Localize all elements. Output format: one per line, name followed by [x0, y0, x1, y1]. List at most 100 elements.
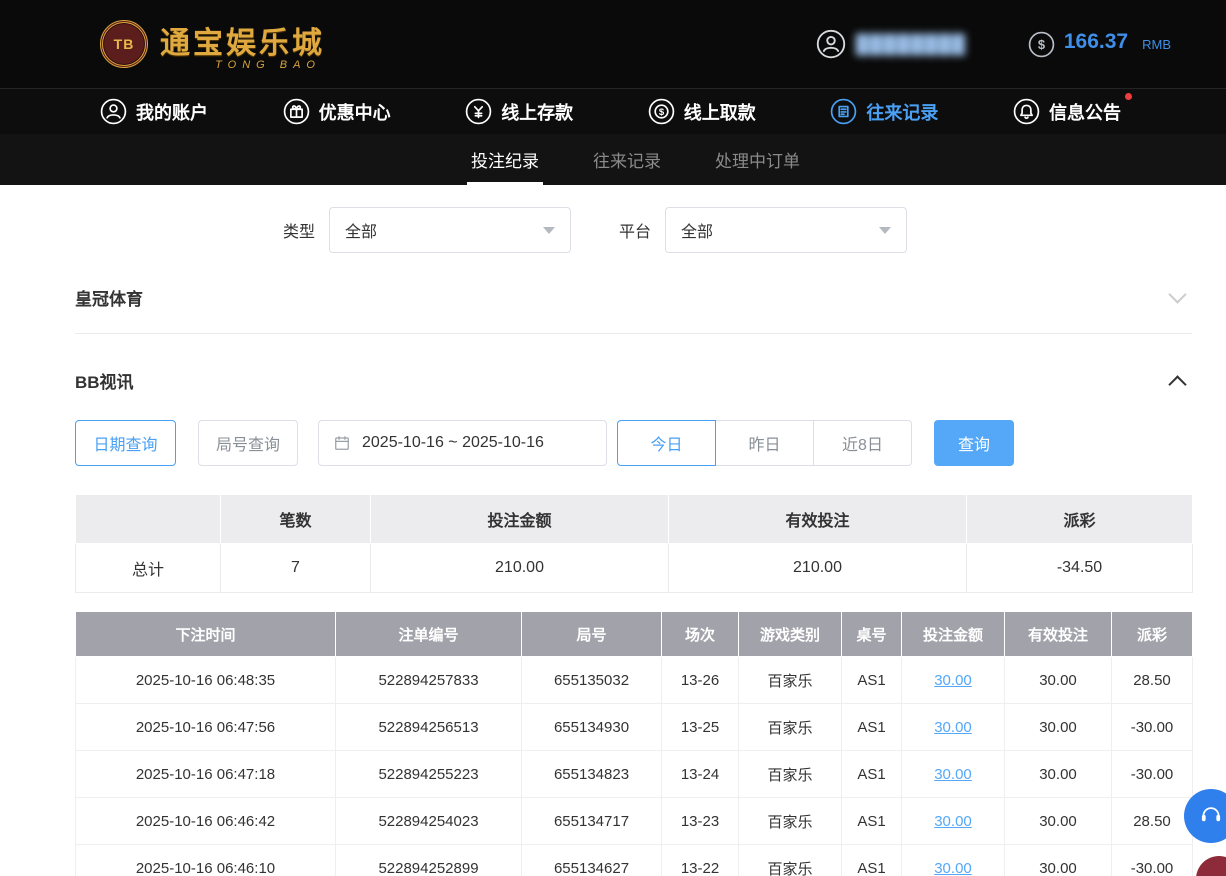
platform-filter-group: 平台 全部 [619, 207, 907, 253]
type-select-value: 全部 [345, 218, 377, 242]
dollar-coin-icon: $ [1028, 31, 1055, 58]
bet-table-header-cell: 局号 [522, 612, 662, 657]
bet-time: 2025-10-16 06:46:42 [76, 798, 336, 845]
bet-table-header-cell: 注单编号 [336, 612, 522, 657]
bet-table-header-cell: 投注金额 [902, 612, 1005, 657]
chevron-down-icon [879, 227, 891, 234]
session: 13-23 [662, 798, 739, 845]
summary-bet-amount: 210.00 [371, 544, 669, 593]
summary-header-valid-bet: 有效投注 [669, 495, 967, 544]
content-area: 类型 全部 平台 全部 皇冠体育 BB视讯 日期查询 局号查询 2025-10- [0, 185, 1226, 876]
withdraw-icon: $ [648, 98, 675, 125]
round-number: 655134717 [522, 798, 662, 845]
notification-badge [1125, 93, 1132, 100]
bet-amount-link[interactable]: 30.00 [934, 719, 972, 736]
quick-date-group: 今日 昨日 近8日 [617, 420, 912, 466]
table-row: 2025-10-16 06:46:42522894254023655134717… [76, 798, 1193, 845]
today-button[interactable]: 今日 [617, 420, 716, 466]
table-row: 2025-10-16 06:48:35522894257833655135032… [76, 657, 1193, 704]
summary-header-count: 笔数 [221, 495, 371, 544]
game-type: 百家乐 [739, 704, 842, 751]
nav-item-gift[interactable]: 优惠中心 [283, 98, 391, 125]
gift-icon [283, 98, 310, 125]
nav-item-label: 线上取款 [684, 99, 756, 125]
type-filter-group: 类型 全部 [283, 207, 571, 253]
bet-table-header-cell: 派彩 [1112, 612, 1193, 657]
bet-table-header-cell: 场次 [662, 612, 739, 657]
bet-table-body: 2025-10-16 06:48:35522894257833655135032… [76, 657, 1193, 876]
bet-amount-link[interactable]: 30.00 [934, 813, 972, 830]
date-range-input[interactable]: 2025-10-16 ~ 2025-10-16 [318, 420, 607, 466]
bet-amount: 30.00 [902, 751, 1005, 798]
sub-tab-2[interactable]: 处理中订单 [711, 134, 804, 185]
summary-header-bet-amount: 投注金额 [371, 495, 669, 544]
round-number: 655134627 [522, 845, 662, 876]
query-bar: 日期查询 局号查询 2025-10-16 ~ 2025-10-16 今日 昨日 … [75, 420, 1192, 466]
payout: -30.00 [1112, 704, 1193, 751]
nav-item-user[interactable]: 我的账户 [100, 98, 208, 125]
table-row: 2025-10-16 06:47:18522894255223655134823… [76, 751, 1193, 798]
sub-nav: 投注纪录往来记录处理中订单 [0, 134, 1226, 185]
table-row: 2025-10-16 06:47:56522894256513655134930… [76, 704, 1193, 751]
nav-item-label: 优惠中心 [319, 99, 391, 125]
nav-item-deposit[interactable]: 线上存款 [465, 98, 573, 125]
table-number: AS1 [842, 704, 902, 751]
valid-bet: 30.00 [1005, 751, 1112, 798]
nav-item-transfer-record[interactable]: 往来记录 [830, 98, 938, 125]
logo-title: 通宝娱乐城 [160, 18, 325, 62]
platform-filter-label: 平台 [619, 218, 651, 242]
site-logo[interactable]: TB 通宝娱乐城 TONG BAO [100, 18, 325, 71]
section-bb-video[interactable]: BB视讯 [75, 358, 1192, 402]
table-number: AS1 [842, 657, 902, 704]
session: 13-25 [662, 704, 739, 751]
order-number: 522894254023 [336, 798, 522, 845]
round-number: 655134930 [522, 704, 662, 751]
balance-display: $ 166.37 RMB [1028, 30, 1171, 58]
type-select[interactable]: 全部 [329, 207, 571, 253]
nav-item-withdraw[interactable]: $ 线上取款 [648, 98, 756, 125]
bet-amount-link[interactable]: 30.00 [934, 672, 972, 689]
table-row: 2025-10-16 06:46:10522894252899655134627… [76, 845, 1193, 876]
bet-table-header-cell: 游戏类别 [739, 612, 842, 657]
chevron-down-icon[interactable] [1168, 285, 1186, 303]
game-type: 百家乐 [739, 657, 842, 704]
table-number: AS1 [842, 845, 902, 876]
table-number: AS1 [842, 798, 902, 845]
order-number: 522894252899 [336, 845, 522, 876]
sub-tab-0[interactable]: 投注纪录 [467, 134, 543, 185]
order-number: 522894257833 [336, 657, 522, 704]
last-8-days-button[interactable]: 近8日 [813, 420, 912, 466]
date-query-button[interactable]: 日期查询 [75, 420, 176, 466]
headset-icon [1197, 800, 1225, 833]
summary-payout: -34.50 [967, 544, 1193, 593]
sub-tab-1[interactable]: 往来记录 [589, 134, 665, 185]
round-query-button[interactable]: 局号查询 [198, 420, 298, 466]
session: 13-24 [662, 751, 739, 798]
summary-table: 笔数 投注金额 有效投注 派彩 总计 7 210.00 210.00 -34.5… [75, 494, 1193, 593]
chevron-up-icon[interactable] [1168, 375, 1186, 393]
balance-amount: 166.37 [1064, 30, 1128, 54]
section-crown-sports[interactable]: 皇冠体育 [75, 275, 1192, 319]
bet-amount: 30.00 [902, 657, 1005, 704]
bet-amount-link[interactable]: 30.00 [934, 860, 972, 876]
calendar-icon [332, 433, 352, 453]
bet-time: 2025-10-16 06:47:18 [76, 751, 336, 798]
date-range-value: 2025-10-16 ~ 2025-10-16 [362, 434, 544, 452]
logo-subtitle: TONG BAO [215, 59, 321, 71]
announcement-icon [1013, 98, 1040, 125]
bet-amount-link[interactable]: 30.00 [934, 766, 972, 783]
top-header: TB 通宝娱乐城 TONG BAO ████████ $ 166.37 RMB [0, 0, 1226, 88]
yesterday-button[interactable]: 昨日 [715, 420, 814, 466]
summary-total-row: 总计 7 210.00 210.00 -34.50 [76, 544, 1193, 593]
search-button[interactable]: 查询 [934, 420, 1014, 466]
user-avatar-icon [816, 29, 846, 59]
nav-item-announcement[interactable]: 信息公告 [1013, 98, 1121, 125]
nav-item-label: 我的账户 [136, 99, 208, 125]
platform-select[interactable]: 全部 [665, 207, 907, 253]
svg-text:$: $ [1038, 37, 1045, 52]
summary-header-payout: 派彩 [967, 495, 1193, 544]
bet-amount: 30.00 [902, 704, 1005, 751]
order-number: 522894256513 [336, 704, 522, 751]
payout: -30.00 [1112, 751, 1193, 798]
user-info[interactable]: ████████ [816, 29, 966, 59]
